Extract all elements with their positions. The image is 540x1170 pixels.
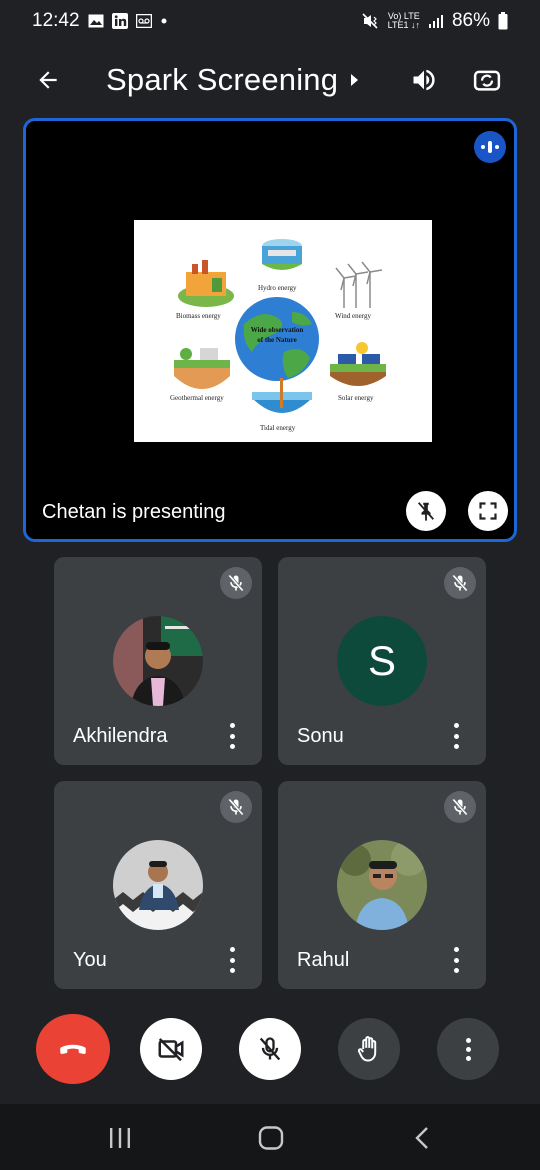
participant-name: Rahul <box>297 949 350 971</box>
home-icon[interactable] <box>251 1120 291 1156</box>
mute-vibrate-icon <box>362 13 380 29</box>
raise-hand-button[interactable] <box>338 1018 400 1080</box>
back-arrow-icon[interactable] <box>24 56 72 104</box>
speaker-icon[interactable] <box>400 56 448 104</box>
wind-energy-graphic <box>335 261 383 308</box>
more-options-icon <box>465 1037 471 1061</box>
meeting-title-button[interactable]: Spark Screening <box>106 58 360 102</box>
slide-label-solar: Solar energy <box>338 394 374 402</box>
avatar <box>113 840 203 930</box>
raise-hand-icon <box>357 1036 377 1062</box>
slide-center-line1: Wide observation <box>250 326 304 334</box>
battery-icon <box>498 12 508 30</box>
slide-center-line2: of the Nature <box>257 336 297 344</box>
network-bottom-label: LTE1 ↓↑ <box>387 20 420 30</box>
tidal-energy-graphic <box>252 378 312 413</box>
slide-label-hydro: Hydro energy <box>258 284 297 292</box>
avatar <box>113 616 203 706</box>
status-bar-left: 12:42 <box>32 10 168 32</box>
speaking-indicator-icon <box>474 131 506 163</box>
more-vert-icon[interactable] <box>220 947 244 973</box>
presentation-tile[interactable]: Hydro energy Biomass energy Wind energy … <box>23 118 517 542</box>
more-vert-icon[interactable] <box>444 947 468 973</box>
geothermal-energy-graphic <box>174 348 230 389</box>
avatar: S <box>337 616 427 706</box>
mic-off-icon <box>220 567 252 599</box>
end-call-button[interactable] <box>36 1014 110 1084</box>
battery-percent: 86% <box>451 10 490 31</box>
camera-toggle-button[interactable] <box>140 1018 202 1080</box>
signal-icon <box>428 14 444 28</box>
camera-off-icon <box>158 1038 184 1062</box>
participant-tile-rahul[interactable]: Rahul <box>278 781 486 989</box>
mic-toggle-button[interactable] <box>239 1018 301 1080</box>
status-bar: 12:42 Vo) LTE LTE1 ↓↑ 86% <box>0 0 540 42</box>
call-controls <box>0 1014 540 1086</box>
system-nav-bar <box>0 1104 540 1170</box>
mic-off-icon <box>259 1037 281 1061</box>
back-icon[interactable] <box>402 1120 442 1156</box>
switch-camera-icon[interactable] <box>463 56 511 104</box>
chevron-right-icon <box>351 74 359 86</box>
more-vert-icon[interactable] <box>220 723 244 749</box>
mic-off-icon <box>444 567 476 599</box>
participant-name: You <box>73 949 107 971</box>
mic-off-icon <box>220 791 252 823</box>
gallery-icon <box>88 14 104 28</box>
solar-energy-graphic <box>330 342 386 386</box>
avatar <box>337 840 427 930</box>
participant-tile-sonu[interactable]: S Sonu <box>278 557 486 765</box>
shared-slide: Hydro energy Biomass energy Wind energy … <box>134 220 432 442</box>
linkedin-icon <box>111 13 128 29</box>
fullscreen-icon[interactable] <box>468 491 508 531</box>
more-vert-icon[interactable] <box>444 723 468 749</box>
participant-tile-you[interactable]: You <box>54 781 262 989</box>
recents-icon[interactable] <box>100 1120 140 1156</box>
slide-label-biomass: Biomass energy <box>176 312 221 320</box>
volte-lte-icon: Vo) LTE LTE1 ↓↑ <box>388 12 420 30</box>
more-options-button[interactable] <box>437 1018 499 1080</box>
mic-off-icon <box>444 791 476 823</box>
participant-tile-akhilendra[interactable]: Akhilendra <box>54 557 262 765</box>
participant-name: Sonu <box>297 725 344 747</box>
dot-icon <box>160 17 168 25</box>
hydro-energy-graphic <box>262 239 302 270</box>
slide-label-tidal: Tidal energy <box>260 424 296 432</box>
presenting-status: Chetan is presenting <box>42 501 226 523</box>
meeting-header: Spark Screening <box>0 48 540 112</box>
meeting-title: Spark Screening <box>106 62 339 97</box>
end-call-icon <box>60 1044 86 1054</box>
status-bar-right: Vo) LTE LTE1 ↓↑ 86% <box>362 10 508 32</box>
participant-name: Akhilendra <box>73 725 168 747</box>
slide-label-wind: Wind energy <box>335 312 371 320</box>
slide-label-geothermal: Geothermal energy <box>170 394 224 402</box>
unpin-icon[interactable] <box>406 491 446 531</box>
biomass-energy-graphic <box>178 260 234 307</box>
clock: 12:42 <box>32 10 80 31</box>
voicemail-icon <box>135 14 152 28</box>
